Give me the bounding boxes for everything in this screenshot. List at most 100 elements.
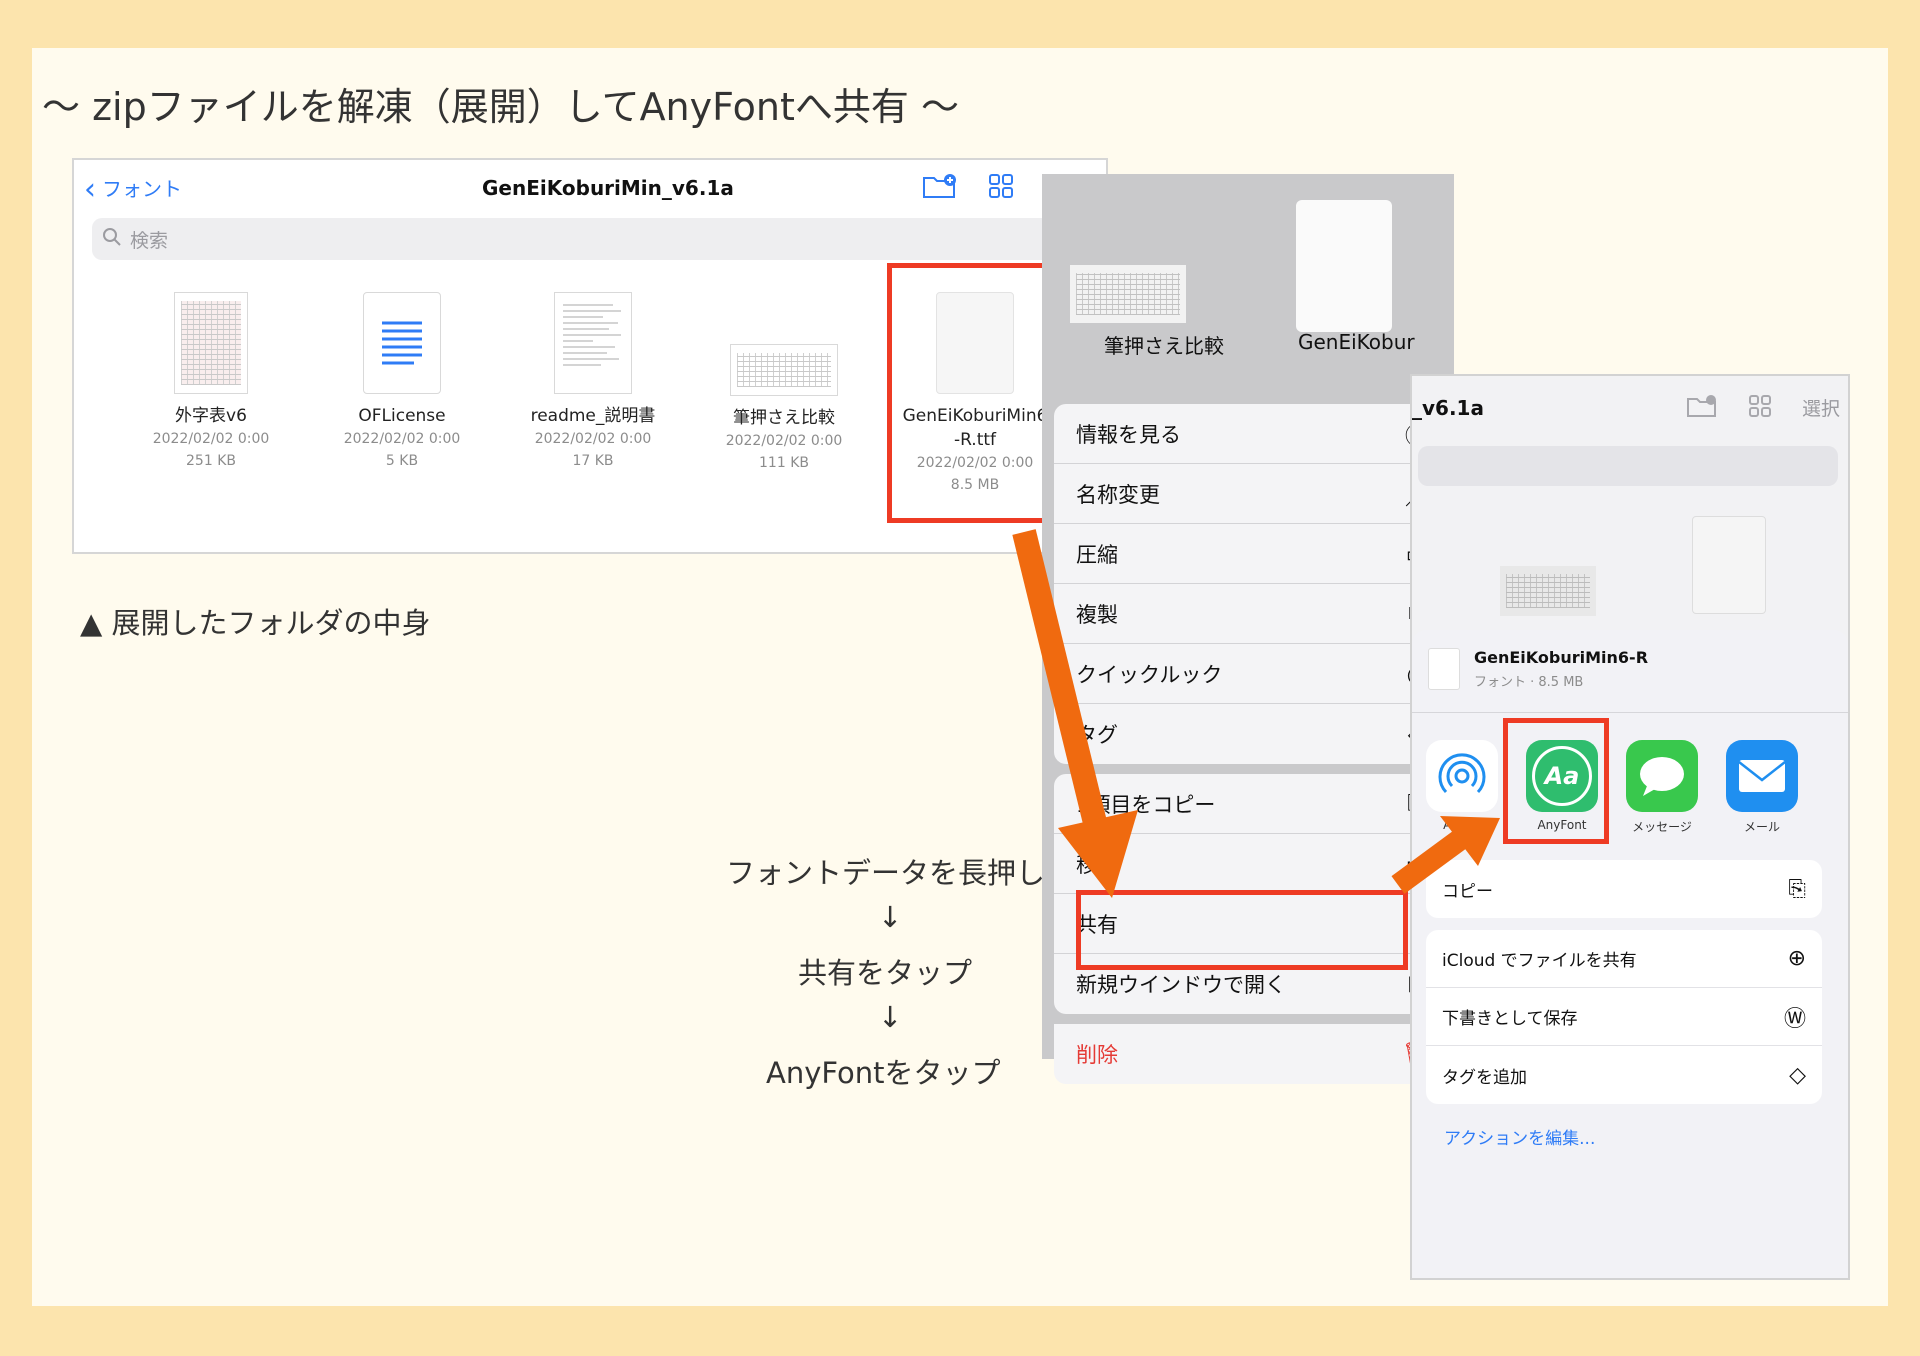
action-icloud-share[interactable]: iCloud でファイルを共有 ⊕ — [1426, 930, 1822, 988]
file-size: 251 KB — [186, 453, 236, 469]
grid-view-icon — [1748, 394, 1772, 423]
file-thumbnail — [730, 344, 838, 396]
wordpress-icon: Ⓦ — [1783, 1006, 1806, 1032]
share-panel: _v6.1a 選択 GenEiKoburiMin6-R フォント · 8.5 M… — [1410, 374, 1850, 1280]
menu-label: 新規ウインドウで開く — [1076, 973, 1286, 997]
app-label: メール — [1743, 820, 1780, 834]
preview-thumbnail — [1070, 265, 1186, 323]
font-file-highlight — [887, 263, 1059, 523]
file-size: 17 KB — [572, 453, 614, 469]
action-label: 下書きとして保存 — [1442, 1009, 1578, 1029]
grid-view-icon[interactable] — [988, 173, 1014, 203]
messages-icon — [1626, 740, 1698, 812]
app-messages[interactable]: メッセージ — [1626, 740, 1698, 835]
menu-label: タグ — [1076, 723, 1118, 747]
document-icon — [363, 292, 441, 394]
share-sheet: GenEiKoburiMin6-R フォント · 8.5 MB AirDro A… — [1412, 630, 1848, 1278]
file-name: 筆押さえ比較 — [733, 408, 835, 428]
menu-item-copy[interactable]: 1項目をコピー⎘ — [1054, 774, 1444, 834]
app-airdrop[interactable]: AirDro — [1426, 740, 1498, 835]
anyfont-highlight — [1503, 718, 1609, 844]
search-input[interactable]: 検索 — [92, 218, 1088, 260]
menu-item-info[interactable]: 情報を見るⓘ — [1054, 404, 1444, 464]
context-menu: 情報を見るⓘ 名称変更／ 圧縮▭ 複製⧉ クイックルック◉ タグ◇ 1項目をコピ… — [1054, 404, 1444, 1084]
file-size: 111 KB — [759, 455, 809, 471]
preview-label-right: GenEiKobur — [1298, 330, 1415, 354]
file-icon — [1428, 648, 1460, 690]
preview-label-left: 筆押さえ比較 — [1104, 334, 1224, 358]
back-button[interactable]: ‹ フォント — [84, 172, 182, 207]
file-name: readme_説明書 — [530, 406, 656, 426]
menu-item-move[interactable]: 移動▭ — [1054, 834, 1444, 894]
action-label: iCloud でファイルを共有 — [1442, 951, 1637, 971]
menu-label: 1項目をコピー — [1076, 792, 1216, 817]
file-name: 外字表v6 — [175, 406, 247, 426]
menu-label: クイックルック — [1076, 662, 1223, 687]
file-item[interactable]: OFLicense 2022/02/02 0:00 5 KB — [317, 292, 487, 472]
menu-item-delete[interactable]: 削除🗑 — [1054, 1024, 1444, 1084]
step-arrow: ↓ — [878, 1000, 903, 1034]
file-item[interactable]: readme_説明書 2022/02/02 0:00 17 KB — [508, 292, 678, 472]
share-file-header: GenEiKoburiMin6-R フォント · 8.5 MB — [1428, 648, 1648, 690]
menu-item-duplicate[interactable]: 複製⧉ — [1054, 584, 1444, 644]
action-save-draft[interactable]: 下書きとして保存 Ⓦ — [1426, 988, 1822, 1046]
menu-item-tag[interactable]: タグ◇ — [1054, 704, 1444, 764]
menu-label: 移動 — [1076, 852, 1118, 877]
app-mail[interactable]: メール — [1726, 740, 1798, 835]
file-date: 2022/02/02 0:00 — [152, 431, 270, 447]
search-placeholder: 検索 — [130, 229, 169, 252]
tag-icon: ◇ — [1789, 1062, 1806, 1088]
file-date: 2022/02/02 0:00 — [534, 431, 652, 447]
file-date: 2022/02/02 0:00 — [343, 431, 461, 447]
file-date: 2022/02/02 0:00 — [725, 433, 843, 449]
share-top-search — [1418, 446, 1838, 486]
share-app-row: AirDro Aa AnyFont メッセージ メール — [1426, 740, 1798, 835]
step-arrow: ↓ — [878, 900, 903, 934]
airdrop-icon — [1426, 740, 1498, 812]
action-copy[interactable]: コピー ⎘ — [1426, 860, 1822, 918]
file-name: OFLicense — [358, 406, 446, 426]
edit-actions-link[interactable]: アクションを編集... — [1444, 1124, 1595, 1149]
file-thumbnail — [554, 292, 632, 394]
menu-item-quicklook[interactable]: クイックルック◉ — [1054, 644, 1444, 704]
back-label: フォント — [102, 177, 182, 201]
folder-title: GenEiKoburiMin_v6.1a — [482, 176, 734, 200]
file-item[interactable]: 外字表v6 2022/02/02 0:00 251 KB — [126, 292, 296, 472]
menu-item-compress[interactable]: 圧縮▭ — [1054, 524, 1444, 584]
action-label: コピー — [1442, 881, 1493, 902]
menu-label: 削除 — [1076, 1043, 1118, 1067]
app-label: メッセージ — [1632, 820, 1692, 834]
share-top-toolbar: 選択 — [1686, 394, 1840, 423]
search-icon — [102, 227, 122, 252]
share-top-title: _v6.1a — [1412, 396, 1484, 420]
chevron-left-icon: ‹ — [84, 172, 96, 207]
share-actions-secondary: iCloud でファイルを共有 ⊕ 下書きとして保存 Ⓦ タグを追加 ◇ — [1426, 930, 1822, 1104]
step3-caption: AnyFontをタップ — [766, 1056, 1001, 1090]
app-label: AirDro — [1443, 818, 1481, 832]
divider — [1412, 712, 1848, 713]
page-heading: 〜 zipファイルを解凍（展開）してAnyFontへ共有 〜 — [42, 85, 959, 129]
file-item[interactable]: 筆押さえ比較 2022/02/02 0:00 111 KB — [699, 292, 869, 474]
preview-file-icon — [1296, 200, 1392, 332]
new-folder-icon[interactable] — [922, 172, 958, 204]
file-size: 5 KB — [385, 453, 419, 469]
menu-label: 名称変更 — [1076, 482, 1160, 507]
action-add-tag[interactable]: タグを追加 ◇ — [1426, 1046, 1822, 1104]
person-add-icon: ⊕ — [1787, 946, 1806, 971]
file-thumbnail — [174, 292, 248, 394]
action-label: タグを追加 — [1442, 1067, 1527, 1088]
menu-label: 圧縮 — [1076, 542, 1118, 567]
share-file-meta: フォント · 8.5 MB — [1474, 675, 1584, 690]
new-folder-icon — [1686, 394, 1718, 423]
menu-label: 情報を見る — [1076, 422, 1181, 447]
copy-icon: ⎘ — [1788, 876, 1806, 902]
step2-caption: 共有をタップ — [798, 956, 973, 990]
background-thumbnail — [1500, 566, 1596, 616]
menu-item-rename[interactable]: 名称変更／ — [1054, 464, 1444, 524]
share-highlight — [1076, 890, 1408, 970]
select-button: 選択 — [1801, 398, 1840, 420]
folder-contents-caption: ▲ 展開したフォルダの中身 — [80, 606, 431, 640]
mail-icon — [1726, 740, 1798, 812]
menu-label: 複製 — [1076, 602, 1118, 627]
share-file-name: GenEiKoburiMin6-R — [1474, 648, 1649, 667]
